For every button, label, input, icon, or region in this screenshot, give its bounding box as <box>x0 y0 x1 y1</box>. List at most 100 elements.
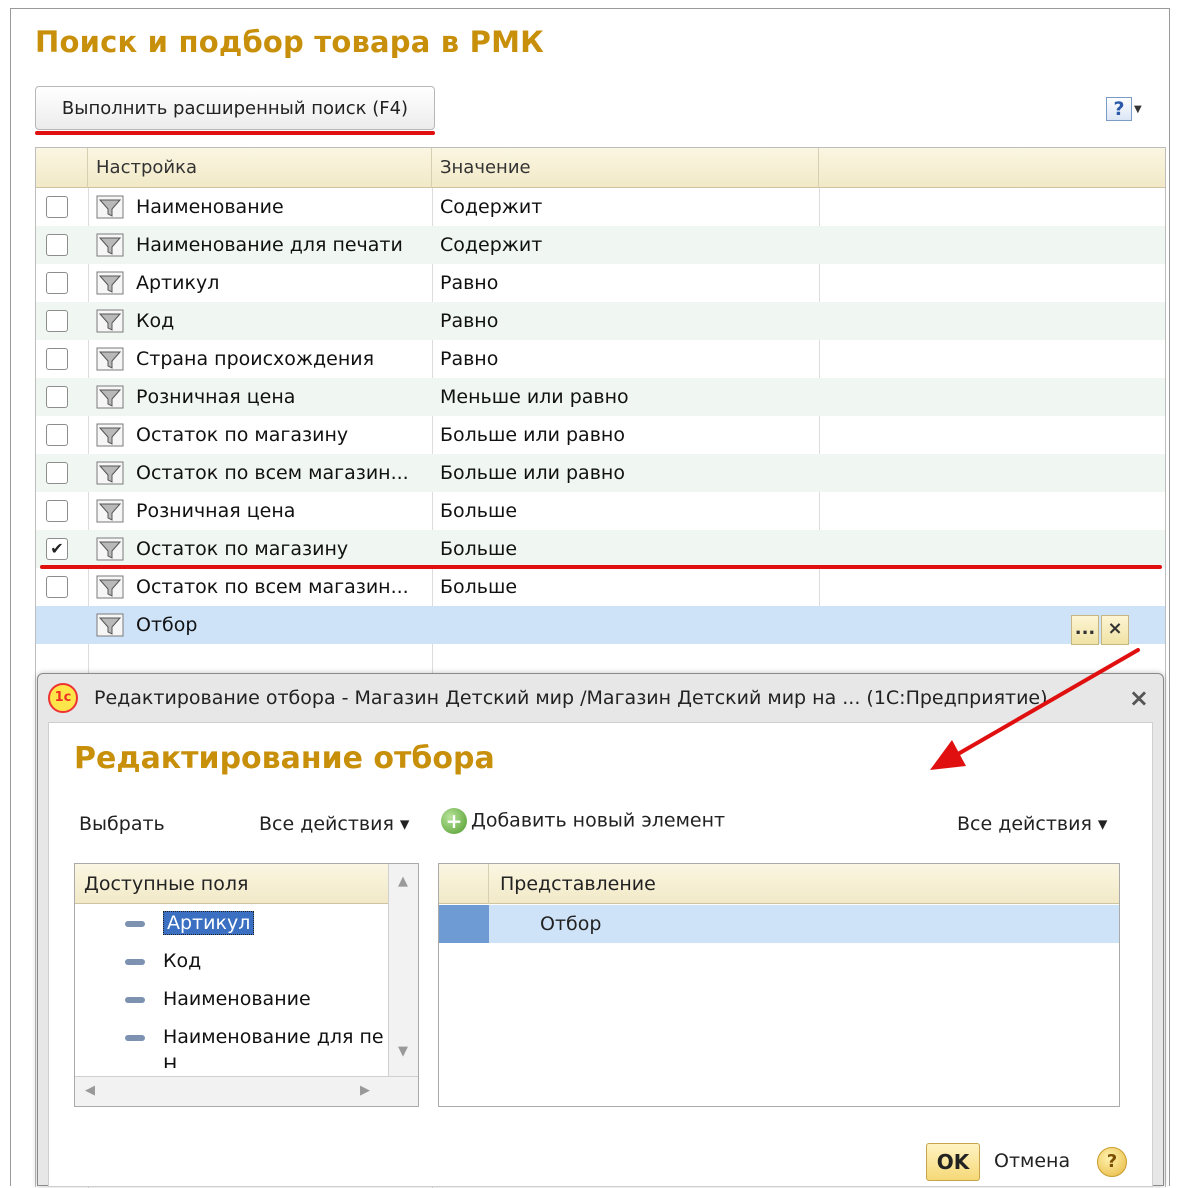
row-checkbox[interactable] <box>46 462 68 484</box>
table-row[interactable]: Код Равно <box>36 302 1165 340</box>
filter-field-icon <box>96 575 124 599</box>
table-row[interactable]: Отбор <box>439 905 1119 943</box>
choose-button[interactable]: Выбрать <box>79 813 165 835</box>
clear-button[interactable]: × <box>1101 615 1129 645</box>
filter-field-icon <box>96 385 124 409</box>
row-setting-value[interactable]: Равно <box>440 340 498 378</box>
dialog-titlebar[interactable]: 1с Редактирование отбора - Магазин Детск… <box>38 674 1163 722</box>
filter-field-icon <box>96 613 124 637</box>
representation-row-label: Отбор <box>540 913 602 935</box>
header-check-column <box>36 148 88 188</box>
table-row[interactable]: Остаток по всем магазин... Больше <box>36 568 1165 606</box>
table-row[interactable]: Наименование Содержит <box>36 188 1165 226</box>
row-checkbox[interactable]: ✔ <box>46 538 68 560</box>
scroll-left-icon[interactable]: ◀ <box>85 1083 95 1098</box>
table-row[interactable]: ✔ Остаток по магазину Больше <box>36 530 1165 568</box>
filter-field-icon <box>96 423 124 447</box>
row-checkbox[interactable] <box>46 500 68 522</box>
row-setting-value[interactable]: Больше или равно <box>440 454 625 492</box>
table-row[interactable]: Остаток по магазину Больше или равно <box>36 416 1165 454</box>
scroll-down-icon[interactable]: ▼ <box>398 1044 408 1059</box>
table-row[interactable]: Розничная цена Больше <box>36 492 1165 530</box>
field-item-article[interactable]: Артикул <box>125 911 255 935</box>
row-checkbox[interactable] <box>46 386 68 408</box>
field-item-name[interactable]: Наименование <box>125 988 311 1010</box>
row-setting-value[interactable]: Больше <box>440 568 517 606</box>
row-setting-value[interactable]: Содержит <box>440 188 542 226</box>
table-row-selected[interactable]: Отбор <box>36 606 1165 644</box>
vertical-scrollbar[interactable]: ▲ ▼ <box>388 864 418 1076</box>
dialog-heading: Редактирование отбора <box>74 741 495 776</box>
filter-field-icon <box>96 537 124 561</box>
add-icon: + <box>441 808 467 834</box>
add-element-button[interactable]: + Добавить новый элемент <box>441 808 725 834</box>
filter-field-icon <box>96 461 124 485</box>
field-item-partial[interactable]: Н <box>125 1054 390 1068</box>
page-title: Поиск и подбор товара в РМК <box>35 25 545 59</box>
filter-edit-dialog: 1с Редактирование отбора - Магазин Детск… <box>37 673 1164 1187</box>
row-setting-name: Розничная цена <box>136 500 296 522</box>
representation-panel[interactable]: Представление Отбор <box>438 863 1120 1107</box>
available-fields-panel[interactable]: Доступные поля Артикул Код Наименование … <box>74 863 419 1107</box>
chevron-down-icon: ▼ <box>1134 103 1142 115</box>
close-icon[interactable]: × <box>1129 684 1149 712</box>
help-icon[interactable]: ? <box>1097 1147 1127 1177</box>
row-checkbox[interactable] <box>46 196 68 218</box>
filter-field-icon <box>96 233 124 257</box>
table-row[interactable]: Артикул Равно <box>36 264 1165 302</box>
scroll-right-icon[interactable]: ▶ <box>360 1083 370 1098</box>
row-setting-value[interactable]: Меньше или равно <box>440 378 629 416</box>
dialog-window-title: Редактирование отбора - Магазин Детский … <box>94 687 1048 709</box>
field-item-print-name[interactable]: Наименование для пе <box>125 1026 390 1048</box>
value-edit-buttons: ... × <box>1071 615 1129 645</box>
row-setting-value[interactable]: Больше или равно <box>440 416 625 454</box>
filter-field-icon <box>96 499 124 523</box>
row-setting-name: Остаток по всем магазин... <box>136 462 409 484</box>
representation-header: Представление <box>439 864 1119 904</box>
row-setting-value[interactable]: Равно <box>440 264 498 302</box>
row-checkbox[interactable] <box>46 234 68 256</box>
row-setting-name: Розничная цена <box>136 386 296 408</box>
row-setting-name: Остаток по магазину <box>136 538 349 560</box>
field-icon <box>125 996 145 1003</box>
all-actions-right-menu[interactable]: Все действия ▾ <box>957 813 1107 835</box>
table-row[interactable]: Остаток по всем магазин... Больше или рав… <box>36 454 1165 492</box>
cancel-button[interactable]: Отмена <box>994 1150 1070 1172</box>
row-setting-value[interactable]: Равно <box>440 302 498 340</box>
field-icon <box>125 958 145 965</box>
table-row[interactable]: Страна происхождения Равно <box>36 340 1165 378</box>
row-checkbox[interactable] <box>46 424 68 446</box>
ok-button[interactable]: OK <box>926 1143 980 1181</box>
dialog-body: Редактирование отбора Выбрать Все действ… <box>48 722 1153 1187</box>
table-row[interactable]: Розничная цена Меньше или равно <box>36 378 1165 416</box>
row-setting-value[interactable]: Содержит <box>440 226 542 264</box>
row-setting-name: Отбор <box>136 614 198 636</box>
row-setting-name: Остаток по магазину <box>136 424 349 446</box>
help-icon: ? <box>1106 97 1132 121</box>
extended-search-button[interactable]: Выполнить расширенный поиск (F4) <box>35 86 435 130</box>
row-setting-name: Артикул <box>136 272 220 294</box>
table-row[interactable]: Наименование для печати Содержит <box>36 226 1165 264</box>
header-setting[interactable]: Настройка <box>88 148 432 188</box>
choose-button[interactable]: ... <box>1071 615 1099 645</box>
field-icon <box>125 920 145 927</box>
row-setting-name: Остаток по всем магазин... <box>136 576 409 598</box>
row-checkbox[interactable] <box>46 272 68 294</box>
filter-field-icon <box>96 195 124 219</box>
row-setting-value[interactable]: Больше <box>440 530 517 568</box>
all-actions-left-menu[interactable]: Все действия ▾ <box>259 813 409 835</box>
field-item-code[interactable]: Код <box>125 950 201 972</box>
horizontal-scrollbar[interactable]: ◀ ▶ <box>75 1076 418 1106</box>
filter-field-icon <box>96 347 124 371</box>
header-value[interactable]: Значение <box>432 148 819 188</box>
row-checkbox[interactable] <box>46 348 68 370</box>
available-fields-header: Доступные поля <box>75 864 389 904</box>
row-checkbox[interactable] <box>46 310 68 332</box>
app-logo-icon: 1с <box>48 683 78 713</box>
filter-field-icon <box>96 309 124 333</box>
row-setting-value[interactable]: Больше <box>440 492 517 530</box>
row-checkbox[interactable] <box>46 576 68 598</box>
row-setting-name: Код <box>136 310 175 332</box>
help-menu-button[interactable]: ? ▼ <box>1106 94 1158 124</box>
scroll-up-icon[interactable]: ▲ <box>398 874 408 889</box>
